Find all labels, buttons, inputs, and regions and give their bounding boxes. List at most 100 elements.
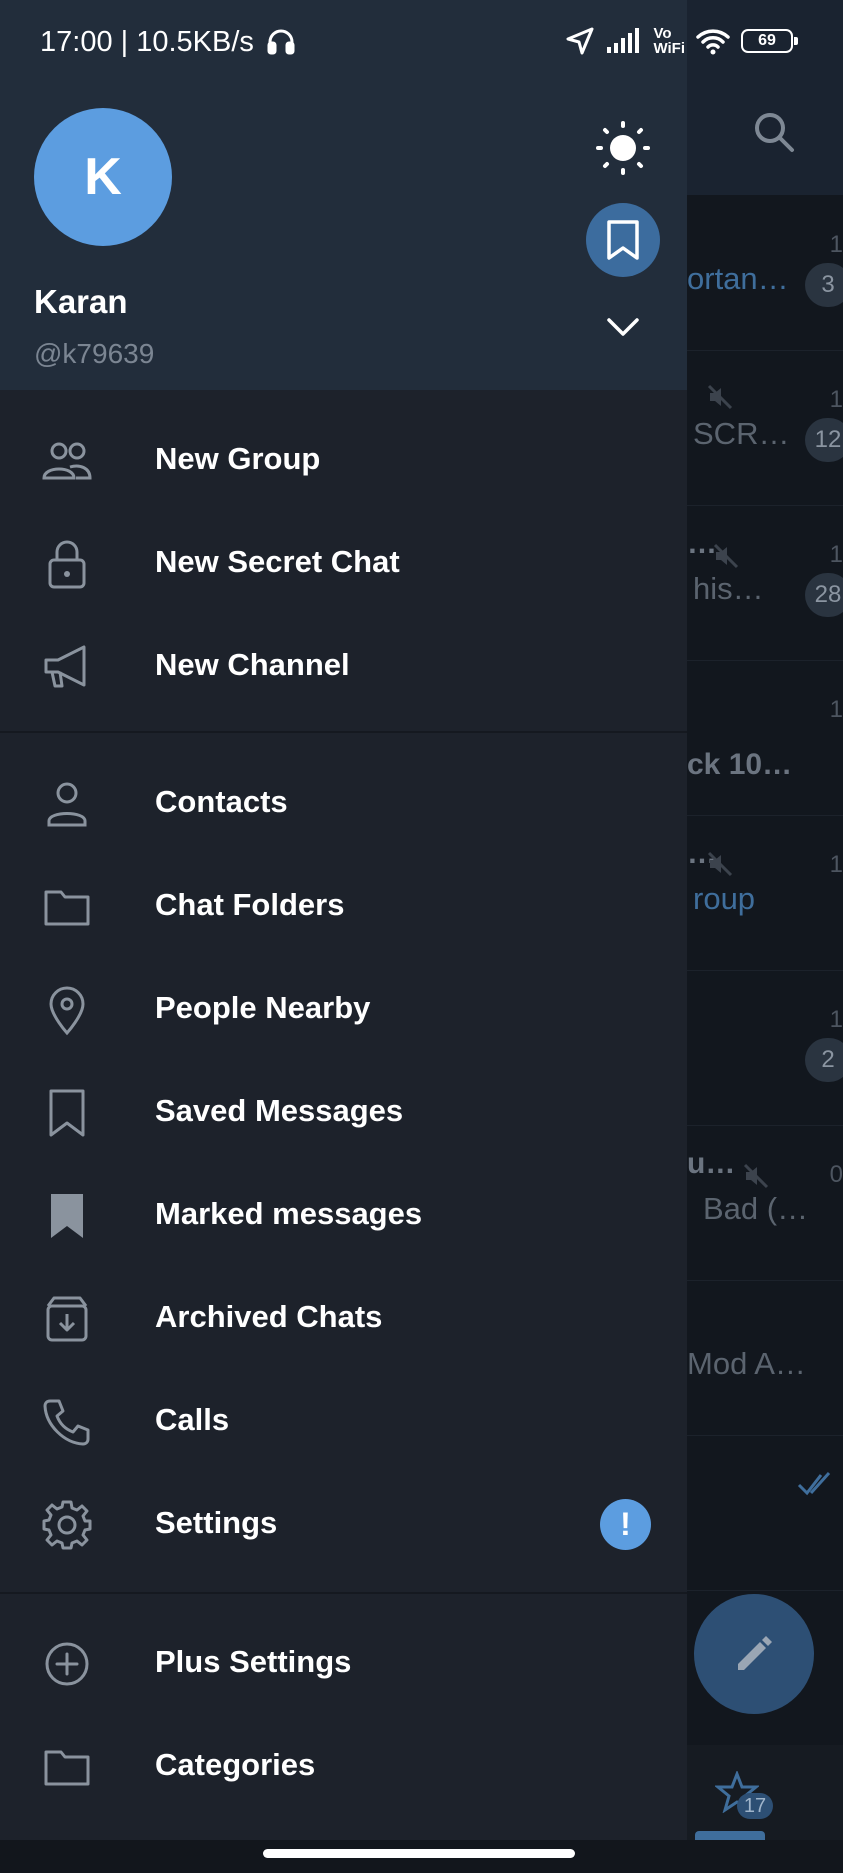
menu-label: Plus Settings <box>155 1644 352 1679</box>
chat-row[interactable]: … roup 1 <box>687 815 843 971</box>
location-pin-icon <box>49 986 85 1036</box>
menu-item-saved-messages[interactable]: Saved Messages <box>0 1061 687 1164</box>
chat-row[interactable]: 1 2 <box>687 970 843 1126</box>
menu-label: New Group <box>155 441 321 476</box>
gear-icon <box>42 1500 92 1550</box>
divider <box>0 731 687 733</box>
bottom-tab-bar: 17 <box>687 1745 843 1840</box>
menu-item-new-group[interactable]: New Group <box>0 409 687 512</box>
status-text: 17:00 | 10.5KB/s <box>40 26 254 58</box>
chat-time: 1 <box>829 696 843 723</box>
menu-label: People Nearby <box>155 990 371 1025</box>
menu-label: Calls <box>155 1402 230 1437</box>
folder-icon <box>44 890 90 926</box>
menu-label: New Channel <box>155 647 350 682</box>
saved-messages-button[interactable] <box>586 203 660 277</box>
vowifi-bottom: WiFi <box>653 40 685 57</box>
menu-item-calls[interactable]: Calls <box>0 1370 687 1473</box>
accounts-expand-button[interactable] <box>606 316 640 343</box>
chat-time: 1 <box>829 851 843 878</box>
people-icon <box>42 442 92 480</box>
unread-badge: 2 <box>805 1038 843 1082</box>
archive-icon <box>46 1296 88 1342</box>
chat-row[interactable]: ortan… 1 3 <box>687 195 843 351</box>
lock-icon <box>48 540 86 589</box>
home-indicator[interactable] <box>263 1849 575 1858</box>
muted-icon <box>707 384 733 410</box>
menu-label: Saved Messages <box>155 1093 404 1128</box>
chat-row[interactable]: SCR… 1 12 <box>687 350 843 506</box>
pencil-icon <box>738 1636 772 1670</box>
phone-icon <box>43 1399 90 1446</box>
vowifi-label: Vo WiFi <box>653 26 685 56</box>
status-bar: 17:00 | 10.5KB/s Vo WiFi 69 <box>0 0 843 90</box>
chat-time: 1 <box>829 1006 843 1033</box>
search-icon[interactable] <box>752 110 796 159</box>
menu-item-settings[interactable]: Settings ! <box>0 1473 687 1576</box>
wifi-icon <box>696 29 730 55</box>
signal-icon <box>607 28 640 53</box>
menu-label: New Secret Chat <box>155 544 400 579</box>
tab-badge: 17 <box>737 1793 773 1819</box>
tab-indicator <box>695 1831 765 1840</box>
menu-item-people-nearby[interactable]: People Nearby <box>0 958 687 1061</box>
avatar[interactable]: K <box>34 108 172 246</box>
menu-item-new-secret-chat[interactable]: New Secret Chat <box>0 512 687 615</box>
bookmark-filled-icon <box>51 1194 83 1238</box>
menu-item-archived-chats[interactable]: Archived Chats <box>0 1267 687 1370</box>
status-time-speed: 17:00 | 10.5KB/s <box>40 26 296 59</box>
location-arrow-icon <box>566 27 594 55</box>
chat-title: u… <box>687 1147 736 1180</box>
menu-label: Marked messages <box>155 1196 423 1231</box>
settings-alert-badge: ! <box>600 1499 651 1550</box>
menu-label: Chat Folders <box>155 887 345 922</box>
vowifi-top: Vo <box>653 25 672 42</box>
sun-icon <box>596 121 650 175</box>
plus-circle-icon <box>45 1642 89 1686</box>
chat-preview: his… <box>693 571 764 606</box>
megaphone-icon <box>44 645 86 688</box>
compose-button[interactable] <box>694 1594 814 1714</box>
chat-time: 1 <box>829 386 843 413</box>
bookmark-icon <box>49 1089 85 1137</box>
chat-title: ck 10… <box>687 748 793 781</box>
folder-icon <box>44 1750 90 1786</box>
unread-badge: 28 <box>805 573 843 617</box>
chat-time: 1 <box>829 231 843 258</box>
chat-preview: roup <box>693 881 756 916</box>
navigation-drawer: K Karan @k79639 New Group New Secret Cha… <box>0 0 687 1840</box>
unread-badge: 12 <box>805 418 843 462</box>
chat-preview: SCR… <box>693 416 790 451</box>
headphones-icon <box>267 29 295 55</box>
chat-row[interactable]: … his… 1 28 <box>687 505 843 661</box>
status-icons: Vo WiFi 69 <box>565 26 798 56</box>
chevron-down-icon <box>607 318 639 336</box>
menu-item-chat-folders[interactable]: Chat Folders <box>0 855 687 958</box>
battery-level: 69 <box>758 32 776 49</box>
muted-icon <box>713 543 739 569</box>
theme-toggle-button[interactable] <box>596 121 650 175</box>
chat-row[interactable]: Mod A… <box>687 1280 843 1436</box>
menu-item-marked-messages[interactable]: Marked messages <box>0 1164 687 1267</box>
person-icon <box>47 782 87 827</box>
menu-item-new-channel[interactable]: New Channel <box>0 615 687 718</box>
divider <box>0 1592 687 1594</box>
menu-item-categories[interactable]: Categories <box>0 1715 687 1818</box>
chat-row[interactable]: ck 10… 1 <box>687 660 843 816</box>
chat-preview: Bad (… <box>703 1191 809 1226</box>
chat-row[interactable] <box>687 1435 843 1591</box>
menu-label: Categories <box>155 1747 316 1782</box>
chat-preview: ortan… <box>687 261 789 296</box>
menu-label: Settings <box>155 1505 278 1540</box>
menu-item-contacts[interactable]: Contacts <box>0 752 687 855</box>
user-name: Karan <box>34 283 128 320</box>
menu-label: Archived Chats <box>155 1299 383 1334</box>
unread-badge: 3 <box>805 263 843 307</box>
menu-item-plus-settings[interactable]: Plus Settings <box>0 1612 687 1715</box>
chat-time: 1 <box>829 541 843 568</box>
muted-icon <box>707 851 733 877</box>
user-handle: @k79639 <box>34 338 155 369</box>
muted-icon <box>743 1163 769 1189</box>
chat-time: 0 <box>829 1161 843 1188</box>
chat-row[interactable]: u… Bad (… 0 <box>687 1125 843 1281</box>
